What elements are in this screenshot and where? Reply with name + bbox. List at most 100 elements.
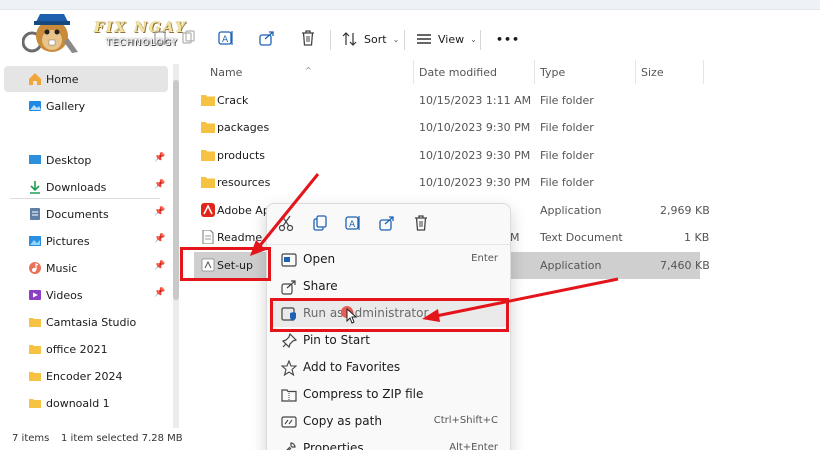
sort-icon — [342, 32, 357, 46]
file-date: 10/15/2023 1:11 AM — [419, 94, 532, 107]
column-header-size[interactable]: Size — [641, 66, 664, 79]
menu-item-label: Properties — [303, 441, 364, 450]
documents-icon — [30, 208, 40, 220]
nav-item-label: Desktop — [46, 153, 92, 167]
table-row[interactable]: packages 10/10/2023 9:30 PM File folder — [194, 114, 700, 141]
toolbar-divider — [330, 30, 331, 50]
table-row[interactable]: products 10/10/2023 9:30 PM File folder — [194, 142, 700, 169]
more-options-button[interactable]: ••• — [496, 28, 520, 50]
nav-item-music[interactable]: Music 📌 — [4, 255, 168, 281]
sort-button[interactable]: Sort ⌄ — [342, 28, 399, 50]
view-label: View — [438, 32, 465, 46]
file-type: File folder — [540, 94, 594, 107]
delete-icon[interactable] — [412, 214, 430, 232]
sort-caret-icon: ^ — [305, 66, 312, 75]
file-name: Readme — [217, 231, 263, 244]
menu-item-open[interactable]: Open Enter — [271, 246, 508, 273]
nav-item-label: Documents — [46, 207, 109, 221]
nav-item-documents[interactable]: Documents 📌 — [4, 201, 168, 227]
file-explorer-window: FIX NGAY TECHNOLOGY A Sort ⌄ View ⌄ ••• … — [0, 0, 820, 450]
gallery-icon — [29, 101, 41, 111]
downloads-icon — [30, 181, 40, 194]
copy-icon[interactable] — [178, 28, 198, 48]
pin-icon[interactable]: 📌 — [154, 207, 166, 219]
item-count: 7 items — [12, 433, 50, 444]
column-divider[interactable] — [635, 60, 636, 84]
file-size: 1 KB — [684, 231, 710, 244]
share-icon — [281, 280, 296, 295]
selection-info: 1 item selected 7.28 MB — [61, 433, 183, 444]
nav-item-camtasia-studio[interactable]: Camtasia Studio — [4, 309, 168, 335]
table-row[interactable]: Crack 10/15/2023 1:11 AM File folder — [194, 87, 700, 114]
view-button[interactable]: View ⌄ — [416, 28, 477, 50]
videos-icon — [29, 290, 41, 300]
share-icon[interactable] — [257, 28, 277, 48]
folder-icon — [201, 122, 215, 133]
nav-item-desktop[interactable]: Desktop 📌 — [4, 147, 168, 173]
file-type: File folder — [540, 176, 594, 189]
menu-item-shortcut: Enter — [471, 253, 498, 264]
nav-item-videos[interactable]: Videos 📌 — [4, 282, 168, 308]
copy-icon[interactable] — [311, 214, 329, 232]
pin-icon[interactable]: 📌 — [154, 180, 166, 192]
menu-item-label: Open — [303, 252, 336, 266]
column-header-type[interactable]: Type — [540, 66, 565, 79]
cut-icon[interactable] — [277, 214, 295, 232]
menu-item-properties[interactable]: Properties Alt+Enter — [271, 435, 508, 450]
menu-item-label: Copy as path — [303, 414, 382, 428]
desktop-icon — [29, 155, 41, 164]
toolbar-divider — [480, 30, 481, 50]
open-icon — [281, 253, 297, 267]
menu-item-share[interactable]: Share — [271, 273, 508, 300]
delete-icon[interactable] — [298, 28, 318, 48]
folder-icon — [201, 95, 215, 106]
nav-scrollbar-thumb[interactable] — [173, 80, 179, 300]
pin-icon[interactable]: 📌 — [154, 288, 166, 300]
file-name: resources — [217, 176, 271, 189]
nav-item-downoald-1[interactable]: downoald 1 — [4, 390, 168, 416]
menu-item-label: Share — [303, 279, 338, 293]
nav-item-label: Gallery — [46, 99, 86, 113]
view-icon — [417, 34, 431, 44]
rename-icon[interactable]: A — [216, 28, 236, 48]
column-header-name[interactable]: Name — [210, 66, 242, 79]
text-file-icon — [202, 230, 214, 244]
svg-text:A: A — [222, 35, 229, 45]
file-date: 10/10/2023 9:30 PM — [419, 121, 531, 134]
pin-icon[interactable]: 📌 — [154, 153, 166, 165]
menu-item-label: Pin to Start — [303, 333, 370, 347]
nav-item-home[interactable]: Home — [4, 66, 168, 92]
column-header-date[interactable]: Date modified — [419, 66, 497, 79]
folder-icon — [201, 177, 215, 188]
file-name: products — [217, 149, 266, 162]
rename-icon[interactable]: A — [344, 214, 362, 232]
nav-item-label: Videos — [46, 288, 83, 302]
pin-icon — [281, 333, 297, 349]
column-divider[interactable] — [413, 60, 414, 84]
annotation-highlight-setup — [180, 247, 271, 281]
column-divider[interactable] — [703, 60, 704, 84]
command-bar: A Sort ⌄ View ⌄ ••• — [0, 12, 820, 64]
folder-icon — [201, 150, 215, 161]
share-icon[interactable] — [378, 214, 396, 232]
nav-item-downloads[interactable]: Downloads 📌 — [4, 174, 168, 200]
nav-item-label: Downloads — [46, 180, 107, 194]
pin-icon[interactable]: 📌 — [154, 261, 166, 273]
column-divider[interactable] — [534, 60, 535, 84]
file-type: Text Document — [540, 231, 623, 244]
chevron-down-icon: ⌄ — [392, 34, 400, 44]
nav-item-encoder-2024[interactable]: Encoder 2024 — [4, 363, 168, 389]
nav-item-office-2021[interactable]: office 2021 — [4, 336, 168, 362]
file-type: File folder — [540, 121, 594, 134]
pin-icon[interactable]: 📌 — [154, 234, 166, 246]
nav-item-gallery[interactable]: Gallery — [4, 93, 168, 119]
nav-item-label: downoald 1 — [46, 396, 110, 410]
menu-item-copy-as-path[interactable]: Copy as path Ctrl+Shift+C — [271, 408, 508, 435]
menu-item-compress-to-zip[interactable]: Compress to ZIP file — [271, 381, 508, 408]
menu-item-add-to-favorites[interactable]: Add to Favorites — [271, 354, 508, 381]
paste-icon[interactable] — [150, 28, 170, 48]
table-row[interactable]: resources 10/10/2023 9:30 PM File folder — [194, 169, 700, 196]
chevron-down-icon: ⌄ — [470, 34, 477, 44]
nav-item-pictures[interactable]: Pictures 📌 — [4, 228, 168, 254]
zip-icon — [281, 389, 297, 402]
